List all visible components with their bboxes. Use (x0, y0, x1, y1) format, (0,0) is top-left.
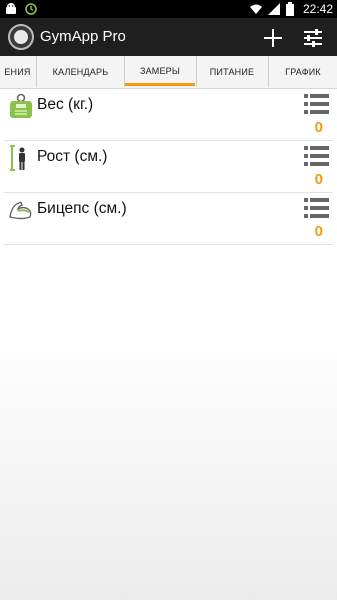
tab-measurements[interactable]: ЗАМЕРЫ (125, 56, 195, 86)
item-label: Бицепс (см.) (37, 200, 127, 217)
item-value: 0 (314, 171, 323, 188)
app-logo[interactable] (8, 24, 34, 50)
item-label: Рост (см.) (37, 148, 108, 165)
tab-exercises[interactable]: ЕНИЯ (0, 56, 35, 87)
signal-icon (267, 2, 281, 16)
clock-app-icon (24, 2, 38, 16)
tab-chart[interactable]: ГРАФИК (269, 56, 337, 87)
tab-calendar[interactable]: КАЛЕНДАРЬ (37, 56, 124, 87)
biceps-icon (8, 197, 34, 223)
status-bar: 22:42 (0, 0, 337, 18)
scale-icon (8, 93, 34, 119)
height-icon (8, 145, 34, 171)
list-item-height[interactable]: Рост (см.) 0 (4, 141, 333, 193)
battery-icon (285, 2, 299, 16)
list-menu-icon[interactable] (304, 145, 329, 167)
list-item-weight[interactable]: Вес (кг.) 0 (4, 89, 333, 141)
status-time: 22:42 (302, 2, 333, 16)
tab-bar: ЕНИЯ КАЛЕНДАРЬ ЗАМЕРЫ ПИТАНИЕ ГРАФИК (0, 56, 337, 89)
android-icon (4, 2, 18, 16)
plus-icon (264, 29, 282, 47)
wifi-icon (249, 2, 263, 16)
settings-button[interactable] (301, 26, 325, 50)
measurements-list: Вес (кг.) 0 Рост (см.) 0 Бицепс (см.) 0 (4, 89, 333, 245)
app-title: GymApp Pro (40, 28, 126, 45)
add-button[interactable] (261, 26, 285, 50)
list-menu-icon[interactable] (304, 93, 329, 115)
action-bar: GymApp Pro (0, 18, 337, 56)
list-item-biceps[interactable]: Бицепс (см.) 0 (4, 193, 333, 245)
item-value: 0 (314, 223, 323, 240)
tab-nutrition[interactable]: ПИТАНИЕ (197, 56, 267, 87)
item-label: Вес (кг.) (37, 96, 94, 113)
sliders-icon (304, 29, 322, 47)
list-menu-icon[interactable] (304, 197, 329, 219)
item-value: 0 (314, 119, 323, 136)
